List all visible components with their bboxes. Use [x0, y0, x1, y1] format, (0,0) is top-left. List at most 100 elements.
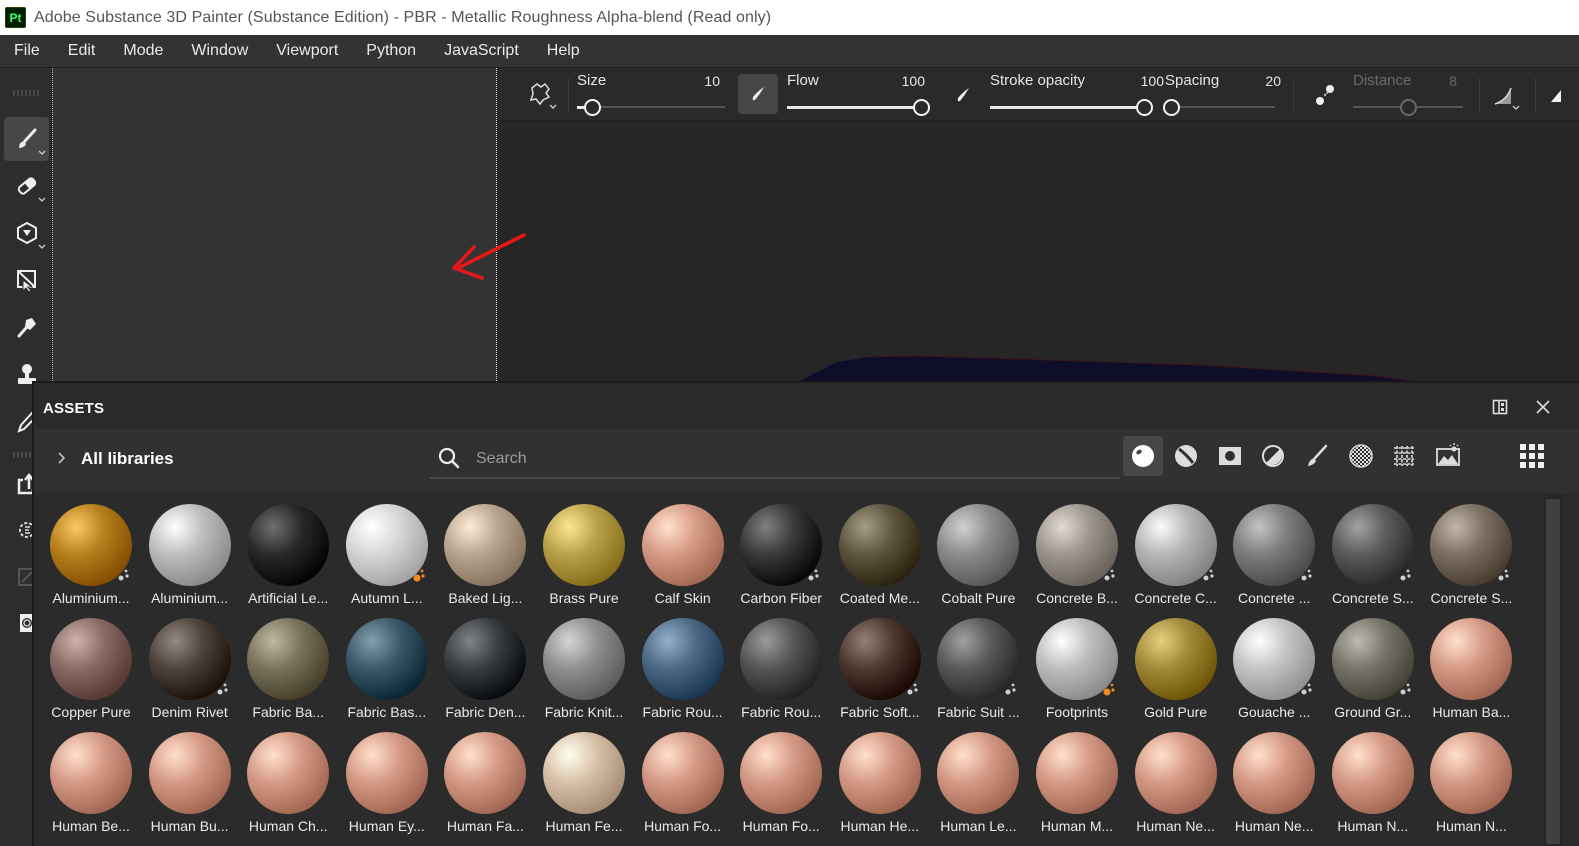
spacing-track[interactable]: [1165, 106, 1275, 108]
asset-label: Cobalt Pure: [941, 590, 1016, 606]
asset-item[interactable]: Fabric Knit...: [535, 612, 633, 722]
asset-item[interactable]: Human Be...: [42, 726, 140, 836]
menu-javascript[interactable]: JavaScript: [430, 35, 533, 68]
flow-handle[interactable]: [913, 99, 930, 116]
undock-button[interactable]: [1489, 396, 1511, 418]
asset-item[interactable]: Human Fa...: [436, 726, 534, 836]
toolbar-grip[interactable]: [13, 90, 41, 96]
asset-item[interactable]: Baked Lig...: [436, 498, 534, 608]
asset-item[interactable]: Concrete C...: [1127, 498, 1225, 608]
asset-item[interactable]: Human Fe...: [535, 726, 633, 836]
lazy-mouse-button[interactable]: [1307, 78, 1343, 112]
asset-item[interactable]: Carbon Fiber: [732, 498, 830, 608]
stroke-opacity-slider[interactable]: Stroke opacity 100: [990, 68, 1164, 121]
asset-item[interactable]: Human He...: [831, 726, 929, 836]
spacing-handle[interactable]: [1162, 99, 1180, 116]
filter-smart-masks[interactable]: [1210, 436, 1250, 476]
size-handle[interactable]: [583, 99, 601, 116]
asset-item[interactable]: Fabric Bas...: [338, 612, 436, 722]
asset-item[interactable]: Concrete S...: [1324, 498, 1422, 608]
asset-item[interactable]: Artificial Le...: [239, 498, 337, 608]
3d-viewport[interactable]: [497, 121, 1579, 383]
more-options-button[interactable]: [1543, 78, 1579, 114]
asset-item[interactable]: Human N...: [1324, 726, 1422, 836]
asset-item[interactable]: Fabric Soft...: [831, 612, 929, 722]
menu-file[interactable]: File: [0, 35, 54, 68]
filter-smart-materials[interactable]: [1123, 436, 1163, 476]
size-value[interactable]: 10: [704, 73, 720, 89]
asset-item[interactable]: Fabric Den...: [436, 612, 534, 722]
asset-item[interactable]: Human Ch...: [239, 726, 337, 836]
stroke-opacity-pressure-button[interactable]: [948, 78, 978, 112]
spacing-slider[interactable]: Spacing 20: [1162, 68, 1281, 121]
asset-item[interactable]: Human Fo...: [732, 726, 830, 836]
spacing-value[interactable]: 20: [1265, 73, 1281, 89]
smudge-tool-button[interactable]: [4, 305, 49, 349]
filter-materials[interactable]: [1166, 436, 1206, 476]
stroke-opacity-handle[interactable]: [1136, 99, 1153, 116]
menu-edit[interactable]: Edit: [54, 35, 110, 68]
asset-item[interactable]: Fabric Suit ...: [929, 612, 1027, 722]
asset-item[interactable]: Fabric Rou...: [732, 612, 830, 722]
asset-item[interactable]: Human Ba...: [1422, 612, 1520, 722]
asset-item[interactable]: Fabric Rou...: [634, 612, 732, 722]
asset-item[interactable]: Calf Skin: [634, 498, 732, 608]
scrollbar-thumb[interactable]: [1546, 499, 1560, 844]
asset-item[interactable]: Copper Pure: [42, 612, 140, 722]
flow-pressure-button[interactable]: [738, 74, 778, 114]
asset-item[interactable]: Ground Gr...: [1324, 612, 1422, 722]
brush-preset-button[interactable]: [521, 76, 561, 114]
asset-item[interactable]: Human Bu...: [141, 726, 239, 836]
menu-mode[interactable]: Mode: [109, 35, 177, 68]
asset-item[interactable]: Concrete S...: [1422, 498, 1520, 608]
assets-scrollbar[interactable]: [1544, 495, 1562, 846]
search-field[interactable]: [430, 439, 1120, 479]
projection-tool-button[interactable]: [4, 211, 49, 255]
asset-item[interactable]: Coated Me...: [831, 498, 929, 608]
distance-handle[interactable]: [1400, 99, 1417, 116]
menu-python[interactable]: Python: [352, 35, 430, 68]
asset-item[interactable]: Human Ne...: [1127, 726, 1225, 836]
eraser-tool-button[interactable]: [4, 164, 49, 208]
asset-item[interactable]: Fabric Ba...: [239, 612, 337, 722]
flow-value[interactable]: 100: [902, 73, 925, 89]
filter-brushes[interactable]: [1297, 436, 1337, 476]
asset-item[interactable]: Human Le...: [929, 726, 1027, 836]
size-slider[interactable]: Size 10: [577, 68, 725, 121]
asset-item[interactable]: Brass Pure: [535, 498, 633, 608]
asset-item[interactable]: Gold Pure: [1127, 612, 1225, 722]
menu-viewport[interactable]: Viewport: [262, 35, 352, 68]
asset-item[interactable]: Human Ne...: [1225, 726, 1323, 836]
asset-item[interactable]: Aluminium...: [42, 498, 140, 608]
asset-item[interactable]: Concrete B...: [1028, 498, 1126, 608]
asset-item[interactable]: Cobalt Pure: [929, 498, 1027, 608]
flow-slider[interactable]: Flow 100: [787, 68, 930, 121]
asset-item[interactable]: Gouache ...: [1225, 612, 1323, 722]
asset-item[interactable]: Concrete ...: [1225, 498, 1323, 608]
filter-alphas[interactable]: [1341, 436, 1381, 476]
search-input[interactable]: [476, 447, 1096, 471]
polygon-fill-tool-button[interactable]: [4, 258, 49, 302]
view-mode-button[interactable]: [1514, 438, 1550, 474]
asset-item[interactable]: Footprints: [1028, 612, 1126, 722]
stroke-opacity-value[interactable]: 100: [1141, 73, 1164, 89]
asset-thumbnail: [543, 618, 625, 700]
filter-environments[interactable]: [1428, 436, 1468, 476]
distance-slider[interactable]: Distance 8: [1353, 68, 1465, 121]
asset-item[interactable]: Human M...: [1028, 726, 1126, 836]
paint-tool-button[interactable]: [4, 117, 49, 161]
asset-item[interactable]: Human Ey...: [338, 726, 436, 836]
asset-item[interactable]: Denim Rivet: [141, 612, 239, 722]
filter-filters[interactable]: [1253, 436, 1293, 476]
asset-item[interactable]: Autumn L...: [338, 498, 436, 608]
asset-item[interactable]: Human N...: [1422, 726, 1520, 836]
menu-window[interactable]: Window: [177, 35, 262, 68]
symmetry-button[interactable]: [1487, 78, 1523, 114]
library-selector[interactable]: All libraries: [81, 449, 174, 469]
asset-item[interactable]: Aluminium...: [141, 498, 239, 608]
chevron-right-icon[interactable]: [56, 451, 66, 465]
asset-item[interactable]: Human Fo...: [634, 726, 732, 836]
menu-help[interactable]: Help: [533, 35, 594, 68]
filter-procedurals[interactable]: [1384, 436, 1424, 476]
close-panel-button[interactable]: [1532, 396, 1554, 418]
